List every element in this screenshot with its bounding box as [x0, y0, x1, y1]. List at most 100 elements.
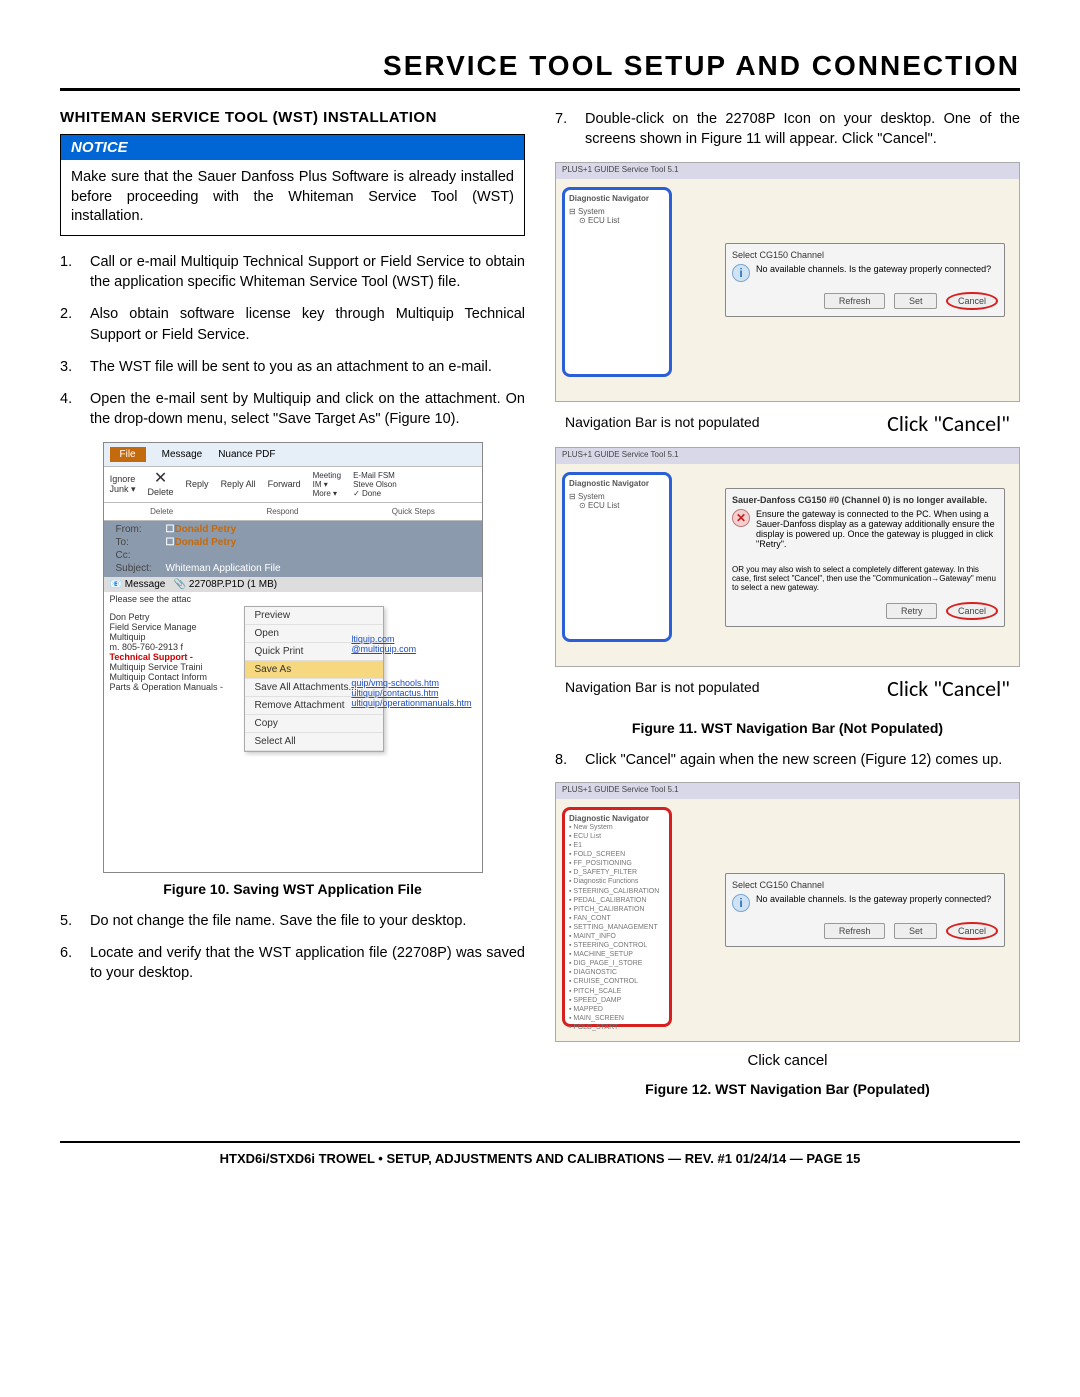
btn-set-2: Set: [894, 923, 938, 939]
nav-item: ▪ PITCH_SCALE: [569, 987, 665, 996]
reply-all-btn: Reply All: [221, 479, 256, 489]
notice-body: Make sure that the Sauer Danfoss Plus So…: [61, 160, 524, 235]
junk-btn: Junk ▾: [110, 484, 136, 495]
sig-title: Field Service Manage: [110, 622, 238, 632]
tree-ecu-2: ECU List: [588, 501, 620, 510]
from-value: Donald Petry: [174, 524, 236, 535]
email-body-preview: Please see the attac: [104, 592, 482, 606]
step-2: Also obtain software license key through…: [60, 304, 525, 345]
annot-click-cancel-3: Click cancel: [555, 1046, 1020, 1073]
nav-item: ▪ E1: [569, 841, 665, 850]
notice-box: NOTICE Make sure that the Sauer Danfoss …: [60, 134, 525, 236]
nav-item: ▪ CRUISE_CONTROL: [569, 977, 665, 986]
figure-10-caption: Figure 10. Saving WST Application File: [60, 881, 525, 897]
dlg1-title-2: Select CG150 Channel: [732, 880, 998, 890]
nav-item: ▪ D_SAFETY_FILTER: [569, 868, 665, 877]
btn-refresh: Refresh: [824, 293, 886, 309]
tree-system: System: [578, 207, 605, 216]
nav-item: ▪ MAIN_SCREEN: [569, 1014, 665, 1023]
link1: ltiquip.com: [351, 634, 471, 644]
btn-refresh-2: Refresh: [824, 923, 886, 939]
nav-panel-populated: Diagnostic Navigator ▪ New System▪ ECU L…: [562, 807, 672, 1027]
cm-preview: Preview: [245, 607, 383, 625]
dlg2-title: Sauer-Danfoss CG150 #0 (Channel 0) is no…: [732, 495, 998, 505]
nav-item: ▪ DIG_PAGE_I_STORE: [569, 959, 665, 968]
nav-item: ▪ MAPPED: [569, 1005, 665, 1014]
nav-item: ▪ MACHINE_SETUP: [569, 950, 665, 959]
figure-11-screenshot-a: PLUS+1 GUIDE Service Tool 5.1 Diagnostic…: [555, 162, 1020, 402]
steps-7: Double-click on the 22708P Icon on your …: [555, 109, 1020, 150]
steps-8: Click "Cancel" again when the new screen…: [555, 750, 1020, 770]
sig-company: Multiquip: [110, 632, 238, 642]
link5: ultiquip/operationmanuals.htm: [351, 698, 471, 708]
delete-group: Delete: [150, 507, 173, 516]
annot-nav-not-populated-1: Navigation Bar is not populated: [565, 414, 760, 432]
diag-nav-label-2: Diagnostic Navigator: [569, 479, 665, 488]
meeting-btn: Meeting: [313, 471, 341, 480]
annot-click-cancel-1: Click "Cancel": [887, 410, 1010, 437]
im-btn: IM ▾: [313, 480, 328, 489]
sig-training: Multiquip Service Traini: [110, 662, 238, 672]
to-value: Donald Petry: [174, 537, 236, 548]
dialog-gateway-unavailable: Sauer-Danfoss CG150 #0 (Channel 0) is no…: [725, 488, 1005, 627]
nav-item: ▪ ECU List: [569, 832, 665, 841]
step-8: Click "Cancel" again when the new screen…: [555, 750, 1020, 770]
to-label: To:: [116, 537, 166, 548]
nav-item: ▪ FOLD_START: [569, 1023, 665, 1032]
nav-item: ▪ PITCH_CALIBRATION: [569, 905, 665, 914]
cm-select-all: Select All: [245, 733, 383, 751]
btn-cancel-circled-2: Cancel: [946, 602, 998, 620]
wst-title-bar-2: PLUS+1 GUIDE Service Tool 5.1: [556, 448, 1019, 464]
btn-set: Set: [894, 293, 938, 309]
annot-nav-not-populated-2: Navigation Bar is not populated: [565, 679, 760, 697]
subject-value: Whiteman Application File: [166, 563, 281, 574]
nav-item: ▪ SETTING_MANAGEMENT: [569, 923, 665, 932]
nav-item: ▪ FF_POSITIONING: [569, 859, 665, 868]
annotation-row-2: Navigation Bar is not populated Click "C…: [555, 671, 1020, 712]
step-1: Call or e-mail Multiquip Technical Suppo…: [60, 252, 525, 293]
section-heading-wst: WHITEMAN SERVICE TOOL (WST) INSTALLATION: [60, 109, 525, 126]
btn-cancel-circled-3: Cancel: [946, 922, 998, 940]
nav-panel-empty-1: Diagnostic Navigator ⊟ System ⊙ ECU List: [562, 187, 672, 377]
nav-item: ▪ FAN_CONT: [569, 914, 665, 923]
figure-10-screenshot: File Message Nuance PDF IgnoreJunk ▾ ✕ De…: [103, 442, 483, 873]
steps-5-6: Do not change the file name. Save the fi…: [60, 911, 525, 984]
steps-1-4: Call or e-mail Multiquip Technical Suppo…: [60, 252, 525, 430]
forward-btn: Forward: [268, 479, 301, 489]
delete-icon: ✕: [154, 471, 167, 487]
step-5: Do not change the file name. Save the fi…: [60, 911, 525, 931]
outlook-tab-message: Message: [162, 449, 203, 460]
dlg1-title: Select CG150 Channel: [732, 250, 998, 260]
respond-group: Respond: [266, 507, 298, 516]
sig-tech-support: Technical Support -: [110, 652, 238, 662]
cm-copy: Copy: [245, 715, 383, 733]
dlg2-foot: OR you may also wish to select a complet…: [732, 565, 998, 592]
btn-cancel-circled: Cancel: [946, 292, 998, 310]
outlook-tab-nuance: Nuance PDF: [218, 449, 275, 460]
ignore-btn: Ignore: [110, 474, 136, 484]
info-icon-2: i: [732, 894, 750, 912]
figure-11-screenshot-b: PLUS+1 GUIDE Service Tool 5.1 Diagnostic…: [555, 447, 1020, 667]
figure-12-caption: Figure 12. WST Navigation Bar (Populated…: [555, 1081, 1020, 1097]
link3: quip/vmq-schools.htm: [351, 678, 471, 688]
reply-btn: Reply: [186, 479, 209, 489]
nav-item: ▪ STEERING_CALIBRATION: [569, 887, 665, 896]
dlg2-msg: Ensure the gateway is connected to the P…: [756, 509, 998, 549]
steve-olson: Steve Olson: [353, 480, 397, 489]
more-btn: More ▾: [313, 489, 337, 498]
subject-label: Subject:: [116, 563, 166, 574]
link2: @multiquip.com: [351, 644, 471, 654]
outlook-tab-file: File: [110, 447, 146, 462]
message-label: Message: [125, 579, 166, 590]
email-fsm: E-Mail FSM: [353, 471, 395, 480]
two-column-layout: WHITEMAN SERVICE TOOL (WST) INSTALLATION…: [60, 109, 1020, 1111]
nav-item: ▪ FOLD_SCREEN: [569, 850, 665, 859]
diag-nav-label-3: Diagnostic Navigator: [569, 814, 665, 823]
nav-item: ▪ Diagnostic Functions: [569, 877, 665, 886]
done-btn: Done: [362, 489, 381, 498]
step-6: Locate and verify that the WST applicati…: [60, 943, 525, 984]
btn-retry: Retry: [886, 603, 938, 619]
wst-title-bar: PLUS+1 GUIDE Service Tool 5.1: [556, 163, 1019, 179]
dlg1-msg-2: No available channels. Is the gateway pr…: [756, 894, 991, 904]
step-7: Double-click on the 22708P Icon on your …: [555, 109, 1020, 150]
